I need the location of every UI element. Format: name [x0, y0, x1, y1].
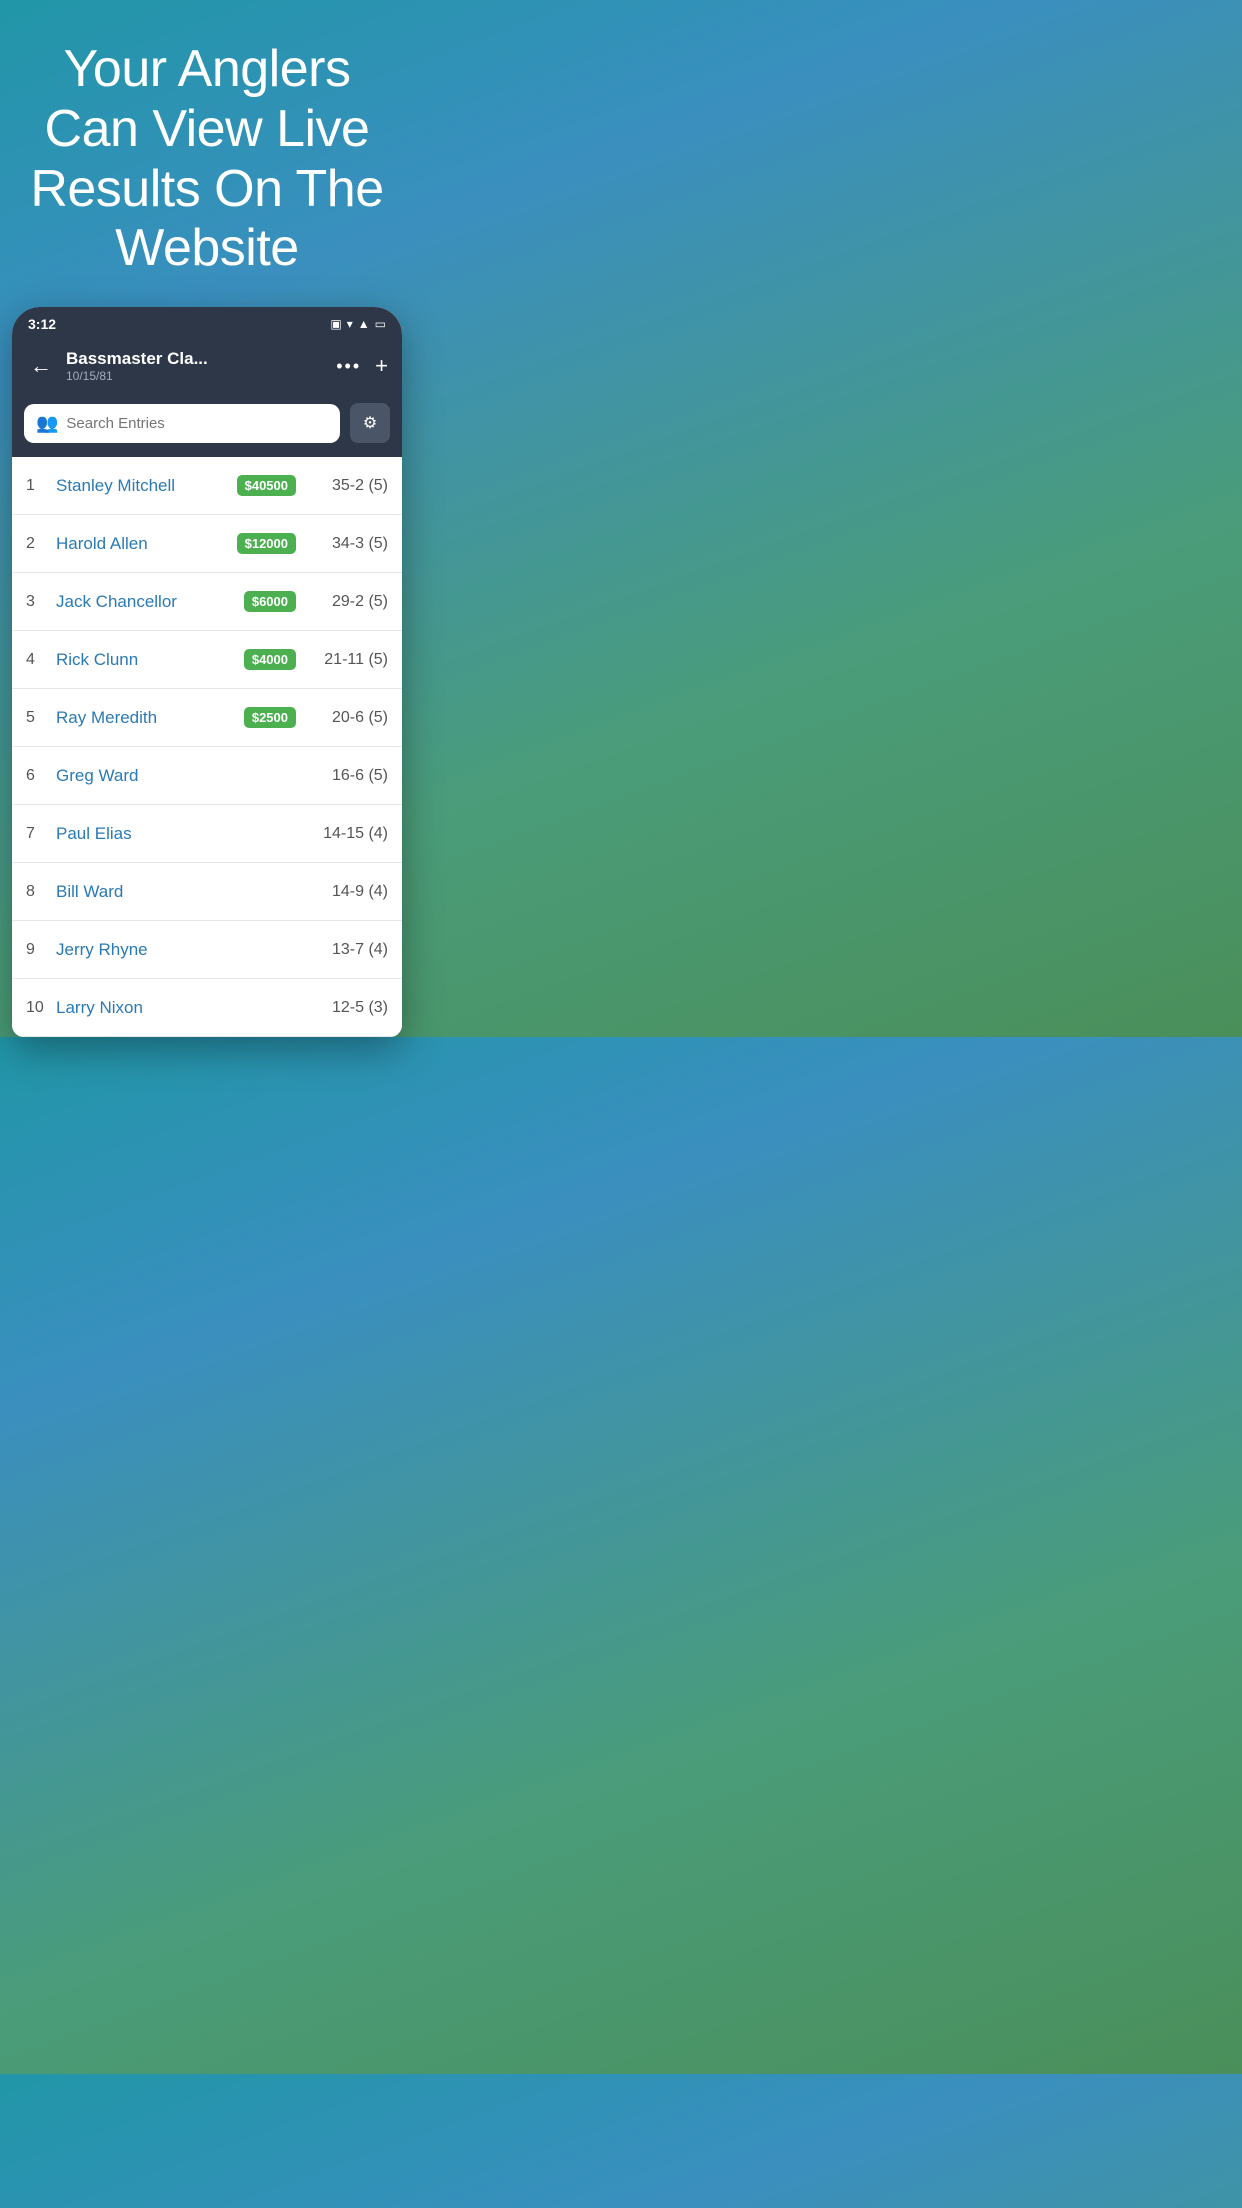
search-bar: 👥 ⚙ — [12, 395, 402, 457]
battery-icon: ▭ — [375, 317, 386, 331]
entry-name: Jerry Rhyne — [50, 940, 308, 960]
entry-rank: 8 — [26, 883, 50, 901]
entry-prize: $12000 — [237, 533, 296, 554]
entry-name: Bill Ward — [50, 882, 308, 902]
table-row[interactable]: 1Stanley Mitchell$40500 35-2 (5) — [12, 457, 402, 515]
entry-score: 34-3 (5) — [308, 535, 388, 553]
table-row[interactable]: 10Larry Nixon12-5 (3) — [12, 979, 402, 1037]
entry-score: 12-5 (3) — [308, 999, 388, 1017]
entries-list: 1Stanley Mitchell$40500 35-2 (5) 2Harold A… — [12, 457, 402, 1037]
entry-rank: 10 — [26, 999, 50, 1017]
add-button[interactable]: + — [375, 353, 388, 379]
entry-rank: 1 — [26, 477, 50, 495]
entry-score: 21-11 (5) — [308, 651, 388, 669]
entry-name: Jack Chancellor — [50, 592, 244, 612]
entry-score: 29-2 (5) — [308, 593, 388, 611]
entry-rank: 3 — [26, 593, 50, 611]
entry-rank: 4 — [26, 651, 50, 669]
entry-rank: 5 — [26, 709, 50, 727]
status-time: 3:12 — [28, 316, 56, 332]
table-row[interactable]: 3Jack Chancellor$6000 29-2 (5) — [12, 573, 402, 631]
entry-name: Greg Ward — [50, 766, 308, 786]
wifi-icon: ▾ — [347, 317, 353, 331]
search-input[interactable] — [66, 415, 328, 432]
filter-icon: ⚙ — [363, 413, 377, 433]
table-row[interactable]: 4Rick Clunn$4000 21-11 (5) — [12, 631, 402, 689]
entry-prize: $4000 — [244, 649, 296, 670]
people-icon: 👥 — [36, 413, 58, 434]
entry-prize: $2500 — [244, 707, 296, 728]
table-row[interactable]: 5Ray Meredith$2500 20-6 (5) — [12, 689, 402, 747]
entry-name: Paul Elias — [50, 824, 308, 844]
header-title-block: Bassmaster Cla... 10/15/81 — [66, 349, 326, 383]
entry-score: 20-6 (5) — [308, 709, 388, 727]
table-row[interactable]: 9Jerry Rhyne13-7 (4) — [12, 921, 402, 979]
status-icons: ▣ ▾ ▲ ▭ — [330, 317, 386, 331]
hero-title: Your Anglers Can View Live Results On Th… — [24, 40, 390, 279]
tournament-date: 10/15/81 — [66, 369, 326, 383]
table-row[interactable]: 7Paul Elias14-15 (4) — [12, 805, 402, 863]
vibrate-icon: ▣ — [330, 317, 341, 331]
search-wrapper: 👥 — [24, 404, 340, 443]
entry-score: 16-6 (5) — [308, 767, 388, 785]
phone-mockup: 3:12 ▣ ▾ ▲ ▭ ← Bassmaster Cla... 10/15/8… — [12, 307, 402, 1037]
entry-prize: $6000 — [244, 591, 296, 612]
tournament-name: Bassmaster Cla... — [66, 349, 326, 369]
entry-rank: 7 — [26, 825, 50, 843]
entry-score: 35-2 (5) — [308, 477, 388, 495]
status-bar: 3:12 ▣ ▾ ▲ ▭ — [12, 307, 402, 339]
entry-name: Harold Allen — [50, 534, 237, 554]
filter-button[interactable]: ⚙ — [350, 403, 390, 443]
entry-name: Ray Meredith — [50, 708, 244, 728]
more-button[interactable]: ••• — [336, 356, 361, 377]
entry-rank: 6 — [26, 767, 50, 785]
app-header: ← Bassmaster Cla... 10/15/81 ••• + — [12, 339, 402, 395]
entry-name: Stanley Mitchell — [50, 476, 237, 496]
entry-name: Rick Clunn — [50, 650, 244, 670]
signal-icon: ▲ — [358, 317, 370, 331]
header-actions: ••• + — [336, 353, 388, 379]
table-row[interactable]: 8Bill Ward14-9 (4) — [12, 863, 402, 921]
entry-score: 13-7 (4) — [308, 941, 388, 959]
table-row[interactable]: 6Greg Ward16-6 (5) — [12, 747, 402, 805]
entry-score: 14-9 (4) — [308, 883, 388, 901]
table-row[interactable]: 2Harold Allen$12000 34-3 (5) — [12, 515, 402, 573]
entry-name: Larry Nixon — [50, 998, 308, 1018]
entry-prize: $40500 — [237, 475, 296, 496]
hero-section: Your Anglers Can View Live Results On Th… — [0, 0, 414, 307]
entry-score: 14-15 (4) — [308, 825, 388, 843]
entry-rank: 9 — [26, 941, 50, 959]
entry-rank: 2 — [26, 535, 50, 553]
back-button[interactable]: ← — [26, 351, 56, 381]
